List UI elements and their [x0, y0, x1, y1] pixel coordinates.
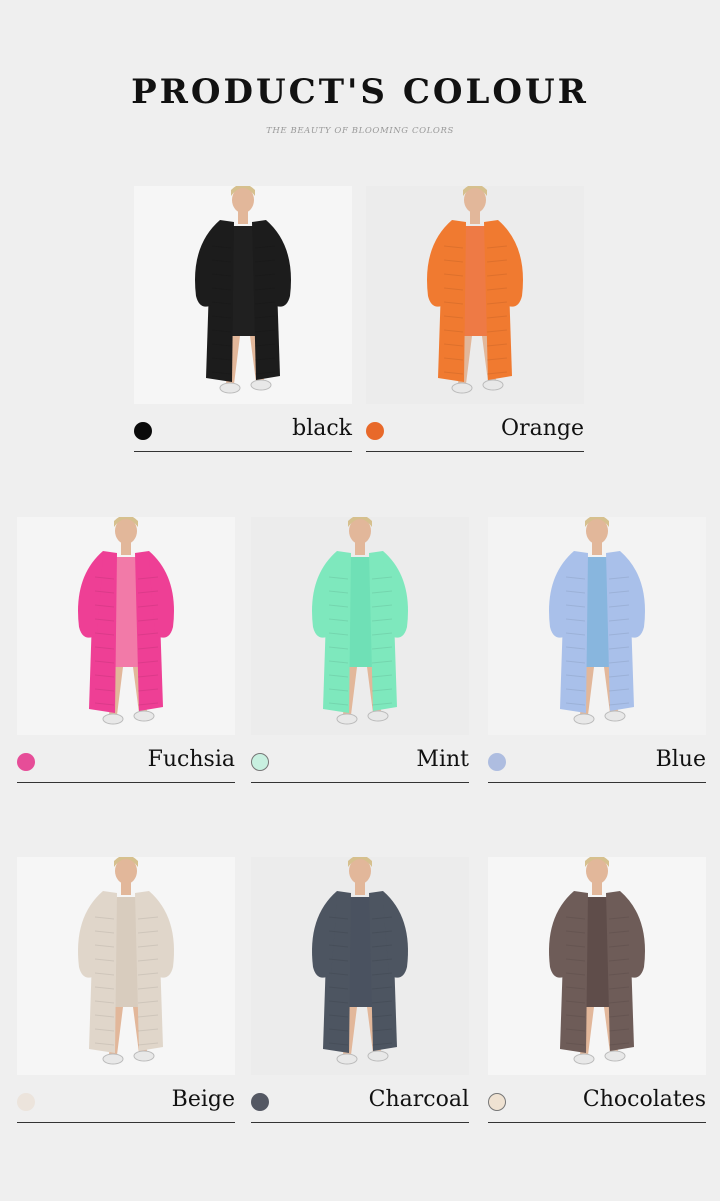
color-swatch	[488, 1093, 506, 1111]
product-photo	[366, 186, 584, 404]
model-illustration	[78, 517, 174, 725]
color-caption: Charcoal	[251, 1075, 469, 1123]
model-illustration	[549, 517, 645, 725]
color-card-fuchsia[interactable]: Fuchsia	[17, 517, 235, 783]
color-label: Mint	[416, 747, 469, 772]
color-card-chocolates[interactable]: Chocolates	[488, 857, 706, 1123]
color-caption: black	[134, 404, 352, 452]
color-label: Chocolates	[582, 1087, 706, 1112]
color-swatch	[251, 1093, 269, 1111]
color-swatch	[251, 753, 269, 771]
color-card-black[interactable]: black	[134, 186, 352, 452]
color-label: Fuchsia	[147, 747, 235, 772]
product-photo	[17, 857, 235, 1075]
color-caption: Fuchsia	[17, 735, 235, 783]
product-photo	[488, 517, 706, 735]
color-label: Charcoal	[368, 1087, 469, 1112]
color-label: Beige	[171, 1087, 235, 1112]
product-photo	[251, 517, 469, 735]
page-subtitle: THE BEAUTY OF BLOOMING COLORS	[266, 126, 454, 136]
color-swatch	[17, 753, 35, 771]
product-photo	[488, 857, 706, 1075]
product-photo	[251, 857, 469, 1075]
page-title: PRODUCT'S COLOUR	[131, 72, 589, 112]
model-illustration	[427, 186, 523, 394]
product-photo	[134, 186, 352, 404]
color-caption: Beige	[17, 1075, 235, 1123]
color-caption: Chocolates	[488, 1075, 706, 1123]
header: PRODUCT'S COLOUR THE BEAUTY OF BLOOMING …	[0, 72, 720, 136]
color-swatch	[134, 422, 152, 440]
color-card-orange[interactable]: Orange	[366, 186, 584, 452]
model-illustration	[549, 857, 645, 1065]
model-illustration	[312, 517, 408, 725]
color-label: black	[292, 416, 352, 441]
product-photo	[17, 517, 235, 735]
color-label: Blue	[655, 747, 706, 772]
color-swatch	[366, 422, 384, 440]
color-caption: Blue	[488, 735, 706, 783]
model-illustration	[312, 857, 408, 1065]
model-illustration	[78, 857, 174, 1065]
color-caption: Orange	[366, 404, 584, 452]
color-label: Orange	[501, 416, 584, 441]
color-caption: Mint	[251, 735, 469, 783]
color-card-beige[interactable]: Beige	[17, 857, 235, 1123]
color-card-mint[interactable]: Mint	[251, 517, 469, 783]
color-card-charcoal[interactable]: Charcoal	[251, 857, 469, 1123]
color-swatch	[488, 753, 506, 771]
color-card-blue[interactable]: Blue	[488, 517, 706, 783]
color-swatch	[17, 1093, 35, 1111]
model-illustration	[195, 186, 291, 394]
